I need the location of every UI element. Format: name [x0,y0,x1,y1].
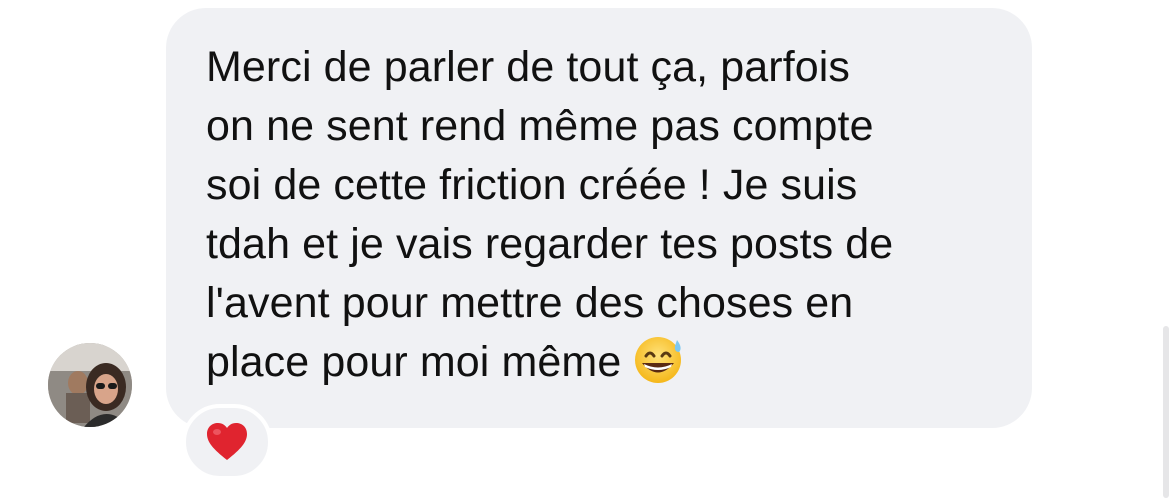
red-heart-icon [207,423,247,460]
scrollbar[interactable] [1163,326,1169,498]
grinning-face-with-sweat-icon [631,334,687,384]
message-bubble[interactable]: Merci de parler de tout ça, parfois on n… [166,8,1032,428]
message-body: Merci de parler de tout ça, parfois on n… [206,43,894,386]
message-text: Merci de parler de tout ça, parfois on n… [206,38,992,392]
avatar-photo [48,343,132,427]
heart-reaction[interactable] [182,404,272,480]
sender-avatar[interactable] [48,343,132,427]
conversation-view: Merci de parler de tout ça, parfois on n… [0,0,1169,498]
